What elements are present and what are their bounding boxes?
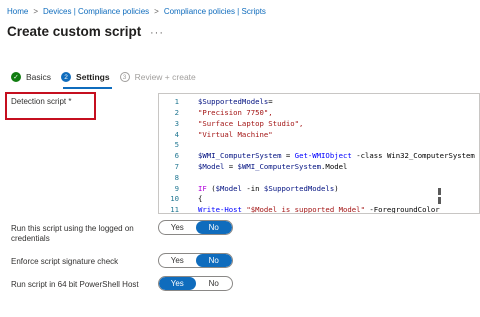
code-token: "$Model is supported Model" bbox=[246, 205, 365, 214]
code-line: 2 "Precision 7750", bbox=[159, 108, 479, 118]
code-line: 9 IF ($Model -in $SupportedModels) bbox=[159, 184, 479, 194]
code-line: 1 $SupportedModels= bbox=[159, 97, 479, 107]
code-token: = bbox=[224, 162, 238, 171]
code-text: $SupportedModels= bbox=[198, 97, 273, 107]
detection-script-label: Detection script * bbox=[11, 97, 72, 106]
code-token: ) bbox=[334, 184, 339, 193]
scrollbar-marker bbox=[438, 188, 441, 195]
code-token: { bbox=[198, 194, 203, 203]
toggle-yes-option[interactable]: Yes bbox=[159, 221, 196, 234]
breadcrumb-home[interactable]: Home bbox=[7, 7, 28, 16]
toggle-no-option[interactable]: No bbox=[195, 254, 232, 267]
code-line: 5 bbox=[159, 140, 479, 150]
step-label: Review + create bbox=[134, 72, 196, 82]
code-token: $Model bbox=[198, 162, 225, 171]
more-options-icon[interactable]: ··· bbox=[150, 27, 164, 39]
breadcrumb-scripts[interactable]: Compliance policies | Scripts bbox=[164, 7, 266, 16]
breadcrumb-compliance-policies[interactable]: Devices | Compliance policies bbox=[43, 7, 149, 16]
code-token: -ForegroundColor bbox=[364, 205, 440, 214]
step-settings[interactable]: 2 Settings bbox=[61, 72, 110, 82]
step-label: Basics bbox=[26, 72, 52, 82]
code-token: -class bbox=[351, 151, 387, 160]
code-token: $WMI_ComputerSystem bbox=[198, 151, 282, 160]
breadcrumb-separator: > bbox=[154, 7, 159, 16]
code-token: "Virtual Machine" bbox=[198, 130, 273, 139]
code-token: ( bbox=[206, 184, 216, 193]
code-token: Get-WMIObject bbox=[294, 151, 352, 160]
step-label: Settings bbox=[76, 72, 110, 82]
code-token: $SupportedModels bbox=[263, 184, 335, 193]
code-token: "Precision 7750", bbox=[198, 108, 273, 117]
code-line: 10 { bbox=[159, 194, 479, 204]
toggle-yes-option[interactable]: Yes bbox=[159, 254, 196, 267]
setting-label-64bit-host: Run script in 64 bit PowerShell Host bbox=[11, 280, 139, 289]
code-token: -in bbox=[241, 184, 264, 193]
code-line: 11 Write-Host "$Model is supported Model"… bbox=[159, 205, 479, 214]
code-token: = bbox=[281, 151, 295, 160]
checkmark-icon: ✓ bbox=[11, 72, 21, 82]
toggle-64bit-host[interactable]: Yes No bbox=[158, 276, 233, 291]
code-line: 6 $WMI_ComputerSystem = Get-WMIObject -cl… bbox=[159, 151, 479, 161]
setting-label-logged-on-credentials: Run this script using the logged on cred… bbox=[11, 224, 134, 243]
setting-label-signature-check: Enforce script signature check bbox=[11, 257, 119, 266]
code-editor[interactable]: 1 $SupportedModels= 2 "Precision 7750", 3 "Su… bbox=[158, 93, 480, 214]
code-token: "Surface Laptop Studio", bbox=[198, 119, 304, 128]
code-token: $Model bbox=[215, 184, 242, 193]
line-number: 8 bbox=[174, 173, 179, 182]
step-review-create[interactable]: 3 Review + create bbox=[119, 72, 196, 82]
code-token: = bbox=[268, 97, 273, 106]
code-text: "Precision 7750", bbox=[198, 108, 273, 118]
toggle-no-option[interactable]: No bbox=[196, 277, 233, 290]
breadcrumb-separator: > bbox=[33, 7, 39, 16]
toggle-logged-on-credentials[interactable]: Yes No bbox=[158, 220, 233, 235]
code-text: "Surface Laptop Studio", bbox=[198, 119, 303, 129]
code-token: IF bbox=[198, 184, 207, 193]
code-line: 3 "Surface Laptop Studio", bbox=[159, 119, 479, 129]
code-token: .Model bbox=[321, 162, 348, 171]
line-number: 3 bbox=[174, 119, 179, 128]
code-line: 8 bbox=[159, 173, 479, 183]
code-text: $WMI_ComputerSystem = Get-WMIObject -cla… bbox=[198, 151, 475, 161]
code-text: "Virtual Machine" bbox=[198, 130, 273, 140]
active-step-indicator bbox=[63, 87, 112, 89]
code-text: $Model = $WMI_ComputerSystem.Model bbox=[198, 162, 347, 172]
line-number: 11 bbox=[170, 205, 179, 214]
code-line: 4 "Virtual Machine" bbox=[159, 130, 479, 140]
wizard-steps: ✓ Basics 2 Settings 3 Review + create bbox=[11, 70, 206, 84]
code-token: Win32_ComputerSystem bbox=[386, 151, 475, 160]
line-number: 6 bbox=[174, 151, 179, 160]
code-token: $WMI_ComputerSystem bbox=[237, 162, 322, 171]
code-line: 7 $Model = $WMI_ComputerSystem.Model bbox=[159, 162, 479, 172]
code-text: IF ($Model -in $SupportedModels) bbox=[198, 184, 339, 194]
code-text: Write-Host "$Model is supported Model" -… bbox=[198, 205, 440, 214]
toggle-no-option[interactable]: No bbox=[195, 221, 232, 234]
line-number: 1 bbox=[174, 97, 179, 106]
code-token: $SupportedModels bbox=[198, 97, 269, 106]
breadcrumb: Home > Devices | Compliance policies > Compl… bbox=[7, 7, 266, 16]
code-token: Write-Host bbox=[198, 205, 242, 214]
line-number: 9 bbox=[174, 184, 179, 193]
code-text: { bbox=[198, 194, 202, 204]
line-number: 10 bbox=[170, 194, 179, 203]
line-number: 4 bbox=[174, 130, 179, 139]
step-basics[interactable]: ✓ Basics bbox=[11, 72, 51, 82]
line-number: 5 bbox=[174, 140, 179, 149]
step-number: 3 bbox=[119, 72, 130, 82]
toggle-yes-option[interactable]: Yes bbox=[159, 277, 196, 290]
line-number: 7 bbox=[174, 162, 179, 171]
line-number: 2 bbox=[174, 108, 179, 117]
page-title: Create custom script bbox=[7, 24, 142, 39]
toggle-signature-check[interactable]: Yes No bbox=[158, 253, 233, 268]
step-number: 2 bbox=[61, 72, 72, 82]
scrollbar-marker bbox=[438, 197, 441, 204]
